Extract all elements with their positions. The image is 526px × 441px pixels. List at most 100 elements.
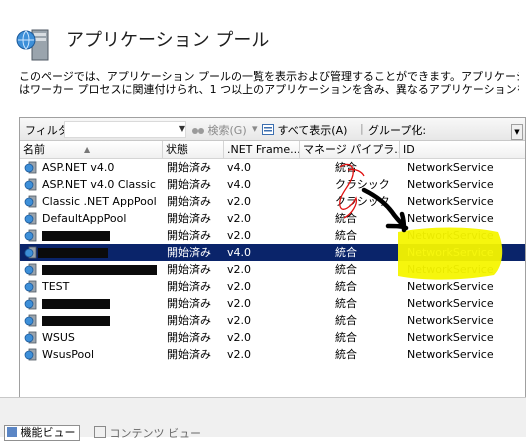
cell-name: WSUS [42, 331, 75, 344]
app-pool-list: フィルタ: ▼ 検索(G) ▾ すべて表示(A) | グループ化: ▼ 名前 ▲… [19, 117, 526, 399]
cell-pipeline: 統合 [335, 331, 357, 344]
cell-name: WsusPool [42, 348, 95, 361]
table-row[interactable]: 開始済み v4.0 統合 NetworkService [20, 244, 525, 261]
column-header-name[interactable]: 名前 ▲ [20, 141, 163, 158]
cell-status: 開始済み [167, 314, 211, 327]
show-all-icon [262, 124, 274, 135]
search-button[interactable]: 検索(G) [192, 122, 247, 138]
cell-framework: v2.0 [227, 263, 252, 276]
redaction-block [42, 316, 110, 326]
cell-identity: NetworkService [407, 297, 494, 310]
cell-status: 開始済み [167, 297, 211, 310]
cell-status: 開始済み [167, 229, 211, 242]
table-row[interactable]: WsusPool 開始済み v2.0 統合 NetworkService [20, 346, 525, 363]
tab-content-label: コンテンツ ビュー [109, 427, 202, 440]
table-row[interactable]: DefaultAppPool 開始済み v2.0 統合 NetworkService [20, 210, 525, 227]
column-header-pipeline[interactable]: マネージ パイプラ... [300, 141, 400, 158]
page-title: アプリケーション プール [66, 30, 270, 51]
cell-framework: v2.0 [227, 331, 252, 344]
cell-pipeline: 統合 [335, 280, 357, 293]
app-pool-icon [24, 195, 37, 208]
cell-pipeline: 統合 [335, 348, 357, 361]
tab-features-label: 機能ビュー [20, 426, 76, 439]
cell-pipeline: 統合 [335, 229, 357, 242]
cell-identity: NetworkService [407, 195, 494, 208]
cell-name: Classic .NET AppPool [42, 195, 157, 208]
binoculars-icon [192, 125, 204, 135]
show-all-button[interactable]: すべて表示(A) [262, 122, 347, 138]
cell-status: 開始済み [167, 331, 211, 344]
column-header-framework[interactable]: .NET Frame... [224, 141, 300, 158]
cell-identity: NetworkService [407, 161, 494, 174]
tab-content-view[interactable]: コンテンツ ビュー [94, 426, 201, 440]
cell-status: 開始済み [167, 263, 211, 276]
cell-framework: v2.0 [227, 229, 252, 242]
cell-framework: v2.0 [227, 195, 252, 208]
cell-framework: v4.0 [227, 161, 252, 174]
cell-pipeline: 統合 [335, 246, 357, 259]
cell-identity: NetworkService [407, 246, 494, 259]
cell-pipeline: 統合 [335, 161, 357, 174]
table-row[interactable]: ASP.NET v4.0 開始済み v4.0 統合 NetworkService [20, 159, 525, 176]
cell-status: 開始済み [167, 212, 211, 225]
cell-identity: NetworkService [407, 348, 494, 361]
cell-name: TEST [42, 280, 70, 293]
app-pool-icon [24, 246, 37, 259]
table-row[interactable]: ASP.NET v4.0 Classic 開始済み v4.0 クラシック Network… [20, 176, 525, 193]
cell-name: DefaultAppPool [42, 212, 127, 225]
column-name-label: 名前 [23, 143, 45, 156]
toolbar-separator: | [360, 122, 364, 135]
app-pool-icon [24, 161, 37, 174]
cell-pipeline: 統合 [335, 212, 357, 225]
cell-pipeline: クラシック [335, 178, 390, 191]
cell-status: 開始済み [167, 161, 211, 174]
app-pools-icon [14, 24, 54, 64]
column-header-row: 名前 ▲ 状態 .NET Frame... マネージ パイプラ... ID [20, 141, 525, 159]
table-row[interactable]: 開始済み v2.0 統合 NetworkService [20, 312, 525, 329]
app-pool-icon [24, 280, 37, 293]
cell-identity: NetworkService [407, 331, 494, 344]
tab-features-view[interactable]: 機能ビュー [4, 425, 80, 441]
cell-pipeline: 統合 [335, 314, 357, 327]
cell-name: ASP.NET v4.0 Classic [42, 178, 156, 191]
app-pool-icon [24, 229, 37, 242]
redaction-block [38, 248, 108, 258]
app-pool-icon [24, 212, 37, 225]
table-row[interactable]: 開始済み v2.0 統合 NetworkService [20, 295, 525, 312]
cell-status: 開始済み [167, 246, 211, 259]
app-pool-icon [24, 348, 37, 361]
filter-input[interactable] [64, 121, 186, 138]
table-row[interactable]: WSUS 開始済み v2.0 統合 NetworkService [20, 329, 525, 346]
app-pool-icon [24, 314, 37, 327]
filter-toolbar: フィルタ: ▼ 検索(G) ▾ すべて表示(A) | グループ化: ▼ [20, 118, 525, 141]
cell-identity: NetworkService [407, 280, 494, 293]
view-tabs-bar: 機能ビュー コンテンツ ビュー [0, 397, 526, 441]
description-line-1: このページでは、アプリケーション プールの一覧を表示および管理することができます… [19, 70, 519, 83]
page-description: このページでは、アプリケーション プールの一覧を表示および管理することができます… [19, 70, 519, 96]
redaction-block [42, 231, 110, 241]
column-header-status[interactable]: 状態 [163, 141, 224, 158]
group-by-label[interactable]: グループ化: [368, 122, 426, 138]
cell-framework: v2.0 [227, 314, 252, 327]
cell-status: 開始済み [167, 195, 211, 208]
filter-dropdown-icon[interactable]: ▼ [177, 121, 187, 136]
redaction-block [42, 299, 110, 309]
cell-identity: NetworkService [407, 178, 494, 191]
toolbar-overflow-icon[interactable]: ▼ [511, 124, 523, 140]
table-row[interactable]: 開始済み v2.0 統合 NetworkService [20, 261, 525, 278]
search-dropdown-icon[interactable]: ▾ [252, 122, 258, 135]
cell-framework: v2.0 [227, 297, 252, 310]
table-row[interactable]: TEST 開始済み v2.0 統合 NetworkService [20, 278, 525, 295]
cell-pipeline: 統合 [335, 297, 357, 310]
cell-identity: NetworkService [407, 229, 494, 242]
cell-framework: v4.0 [227, 178, 252, 191]
cell-pipeline: 統合 [335, 263, 357, 276]
column-header-identity[interactable]: ID [400, 141, 525, 158]
cell-framework: v2.0 [227, 280, 252, 293]
search-label: 検索(G) [207, 124, 247, 137]
cell-status: 開始済み [167, 348, 211, 361]
cell-status: 開始済み [167, 280, 211, 293]
cell-name: ASP.NET v4.0 [42, 161, 115, 174]
table-row[interactable]: Classic .NET AppPool 開始済み v2.0 クラシック Network… [20, 193, 525, 210]
table-row[interactable]: 開始済み v2.0 統合 NetworkService [20, 227, 525, 244]
